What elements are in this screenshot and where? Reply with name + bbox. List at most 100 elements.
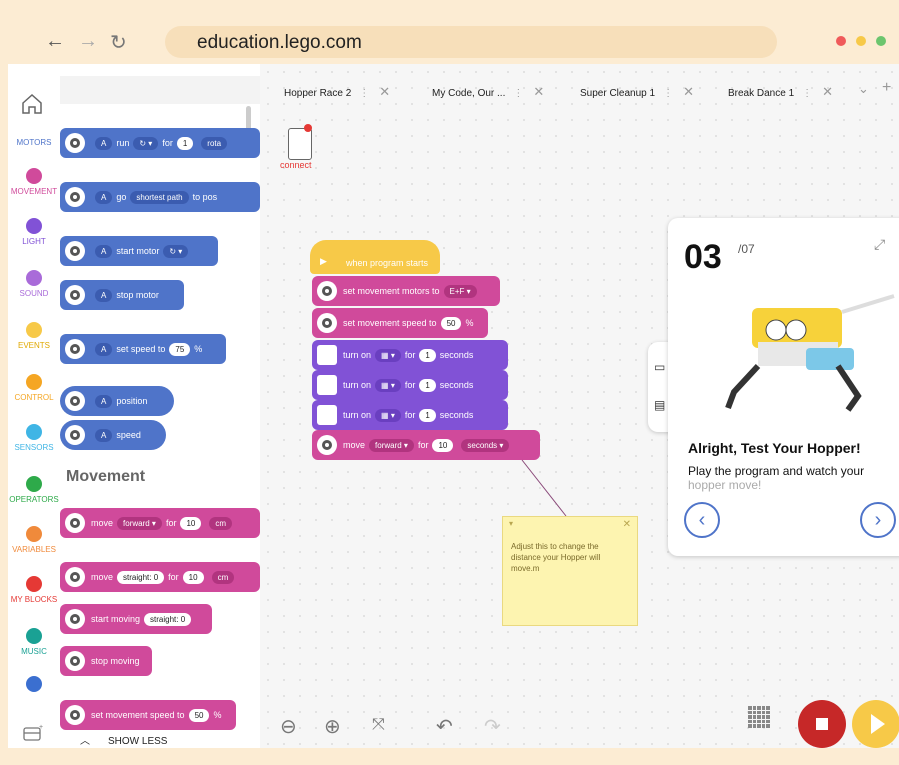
category-control[interactable]: CONTROL	[8, 374, 60, 402]
play-button[interactable]	[852, 700, 899, 748]
category-sound[interactable]: SOUND	[8, 270, 60, 298]
category-label: MUSIC	[21, 647, 47, 656]
category-events[interactable]: EVENTS	[8, 322, 60, 350]
value-input[interactable]: 50	[188, 708, 210, 722]
next-step-button[interactable]: ›	[860, 502, 896, 538]
category-sensors[interactable]: SENSORS	[8, 424, 60, 452]
show-less-button[interactable]: ︿ SHOW LESS	[80, 732, 167, 747]
value-input[interactable]: 10	[182, 570, 204, 584]
collapse-icon[interactable]: ▾	[509, 519, 513, 528]
lego-app: MOTORS MOVEMENT LIGHT SOUND EVENTS CONTR…	[8, 64, 899, 748]
value-input[interactable]: 75	[169, 342, 191, 356]
movement-icon	[65, 651, 85, 671]
add-extension-icon[interactable]: +	[22, 724, 44, 742]
category-motors[interactable]: MOTORS	[8, 138, 60, 147]
set-speed-block[interactable]: A set speed to 75 %	[60, 334, 226, 364]
speed-reporter[interactable]: A speed	[60, 420, 166, 450]
stop-button[interactable]	[798, 700, 846, 748]
path-dropdown[interactable]: shortest path	[130, 190, 189, 204]
light-matrix-preview-icon[interactable]	[748, 706, 770, 728]
hopper-robot-image	[725, 294, 895, 412]
value-input[interactable]: 10	[180, 516, 202, 530]
back-arrow-icon[interactable]: ←	[45, 30, 65, 53]
stop-moving-block[interactable]: stop moving	[60, 646, 152, 676]
zoom-in-icon[interactable]: ⊕	[324, 714, 341, 739]
direction-dropdown[interactable]: forward ▾	[117, 516, 162, 530]
start-moving-block[interactable]: start moving straight: 0	[60, 604, 212, 634]
block-text: speed	[116, 430, 141, 440]
position-reporter[interactable]: A position	[60, 386, 174, 416]
port-dropdown[interactable]: A	[95, 244, 113, 258]
value-input[interactable]: 1	[176, 136, 194, 150]
window-dot-green-icon[interactable]	[876, 36, 886, 46]
steer-input[interactable]: straight: 0	[144, 612, 192, 626]
window-dot-yellow-icon[interactable]	[856, 36, 866, 46]
category-my-blocks[interactable]: MY BLOCKS	[8, 576, 60, 604]
palette-header	[60, 76, 260, 104]
lesson-title: Alright, Test Your Hopper!	[688, 440, 861, 456]
category-extension[interactable]	[8, 676, 60, 695]
category-label: OPERATORS	[9, 495, 59, 504]
category-label: VARIABLES	[12, 545, 56, 554]
category-variables[interactable]: VARIABLES	[8, 526, 60, 554]
set-movement-speed-block[interactable]: set movement speed to 50 %	[60, 700, 236, 730]
direction-dropdown[interactable]: ↻ ▾	[133, 136, 159, 150]
url-bar[interactable]: education.lego.com	[165, 26, 777, 58]
port-dropdown[interactable]: A	[95, 190, 113, 204]
port-dropdown[interactable]: A	[95, 288, 113, 302]
category-music[interactable]: MUSIC	[8, 628, 60, 656]
document-icon[interactable]: ▤	[654, 398, 665, 412]
console-icon[interactable]: ▭	[654, 360, 665, 374]
start-motor-block[interactable]: A start motor ↻ ▾	[60, 236, 218, 266]
unit-dropdown[interactable]: cm	[211, 570, 235, 584]
svg-text:+: +	[39, 724, 43, 731]
undo-icon[interactable]: ↶	[436, 714, 453, 739]
lesson-body: Play the program and watch your hopper m…	[688, 464, 898, 492]
previous-step-button[interactable]: ‹	[684, 502, 720, 538]
block-text: move	[91, 518, 114, 528]
comment-note[interactable]: ▾ ✕ Adjust this to change the distance y…	[502, 516, 638, 626]
close-icon[interactable]: ✕	[623, 519, 631, 530]
block-text: start motor	[116, 246, 160, 256]
unit-dropdown[interactable]: cm	[209, 516, 233, 530]
code-canvas[interactable]: Hopper Race 2 ⋮ ✕ My Code, Our ... ⋮ ✕ Super…	[260, 64, 899, 748]
steer-input[interactable]: straight: 0	[117, 570, 165, 584]
block-text: set movement speed to	[91, 710, 185, 720]
block-text: move	[91, 572, 114, 582]
category-light[interactable]: LIGHT	[8, 218, 60, 246]
forward-arrow-icon[interactable]: →	[78, 30, 98, 53]
zoom-out-icon[interactable]: ⊖	[280, 714, 297, 739]
port-dropdown[interactable]: A	[95, 136, 113, 150]
stop-icon	[816, 718, 828, 730]
port-dropdown[interactable]: A	[95, 428, 113, 442]
block-text: for	[162, 138, 173, 148]
comment-text[interactable]: Adjust this to change the distance your …	[511, 541, 629, 574]
expand-icon[interactable]: ⤢	[874, 236, 885, 253]
move-steer-block[interactable]: move straight: 0 for 10 cm	[60, 562, 260, 592]
category-operators[interactable]: OPERATORS	[8, 476, 60, 504]
motor-icon	[65, 339, 85, 359]
redo-icon[interactable]: ↷	[484, 714, 501, 739]
move-for-block[interactable]: move forward ▾ for 10 cm	[60, 508, 260, 538]
category-movement[interactable]: MOVEMENT	[8, 168, 60, 196]
category-label: CONTROL	[14, 393, 54, 402]
reload-icon[interactable]: ↻	[110, 30, 127, 55]
motor-go-block[interactable]: A go shortest path to pos	[60, 182, 260, 212]
category-dot-icon	[26, 168, 42, 184]
stop-motor-block[interactable]: A stop motor	[60, 280, 184, 310]
block-text: to pos	[192, 192, 218, 202]
port-dropdown[interactable]: A	[95, 342, 113, 356]
step-number: 03	[684, 238, 722, 276]
zoom-reset-icon[interactable]: ⤧	[372, 716, 385, 734]
home-icon[interactable]	[20, 92, 44, 116]
window-dot-red-icon[interactable]	[836, 36, 846, 46]
block-text: run	[116, 138, 130, 148]
port-dropdown[interactable]: A	[95, 394, 113, 408]
direction-dropdown[interactable]: ↻ ▾	[163, 244, 189, 258]
movement-icon	[65, 513, 85, 533]
unit-dropdown[interactable]: rota	[201, 136, 228, 150]
category-label: MY BLOCKS	[10, 595, 58, 604]
block-text: for	[165, 518, 177, 528]
direction-value: forward	[123, 518, 150, 528]
motor-run-block[interactable]: A run ↻ ▾ for 1 rota	[60, 128, 260, 158]
